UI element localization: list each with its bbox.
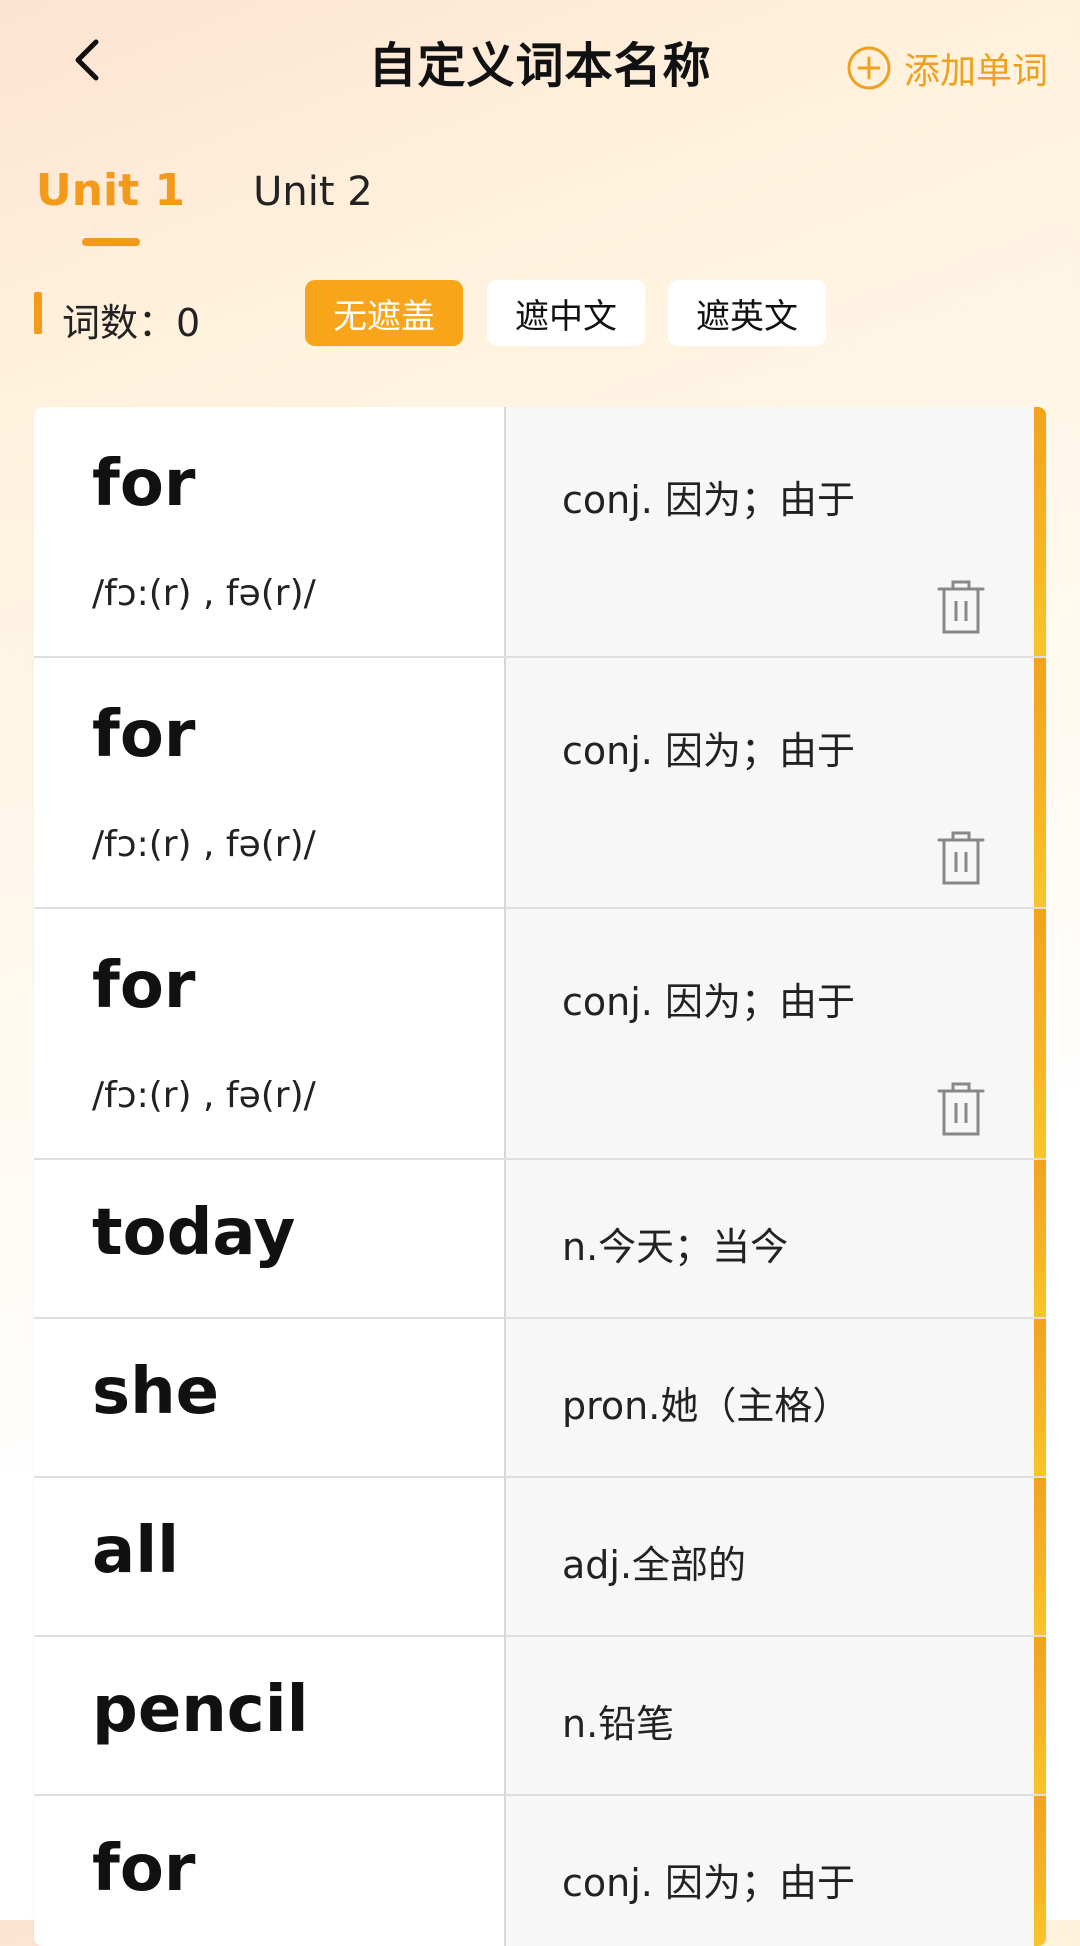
word-cell: for /fɔ:(r) , fə(r)/ [34,407,506,656]
definition-text: adj.全部的 [562,1543,747,1587]
word-row[interactable]: for /fɔ:(r) , fə(r)/ conj. 因为；由于 [34,407,1046,658]
row-accent-bar [1034,1796,1046,1946]
row-accent-bar [1034,1160,1046,1317]
word-row[interactable]: for conj. 因为；由于 [34,1796,1046,1946]
definition-cell: pron.她（主格） [506,1319,1046,1476]
word-text: pencil [92,1673,309,1747]
definition-cell: n.铅笔 [506,1637,1046,1794]
definition-text: conj. 因为；由于 [562,729,855,773]
definition-text: conj. 因为；由于 [562,1861,855,1905]
phonetic-text: /fɔ:(r) , fə(r)/ [92,573,316,614]
app-header: 自定义词本名称 添加单词 [0,0,1080,130]
unit-tabs: Unit 1 Unit 2 [36,165,373,216]
add-word-button[interactable]: 添加单词 [846,42,1048,94]
word-count: 词数：0 [62,301,201,345]
tab-unit-1[interactable]: Unit 1 [36,165,185,216]
plus-circle-icon [847,46,891,90]
row-accent-bar [1034,909,1046,1158]
word-text: for [92,949,196,1023]
word-cell: for /fɔ:(r) , fə(r)/ [34,658,506,907]
definition-text: pron.她（主格） [562,1384,851,1428]
word-text: she [92,1355,220,1429]
word-text: for [92,1832,196,1906]
trash-icon[interactable] [936,579,986,635]
definition-cell: conj. 因为；由于 [506,407,1046,656]
word-row[interactable]: today n.今天；当今 [34,1160,1046,1319]
definition-text: n.铅笔 [562,1702,675,1746]
mode-hide-english-button[interactable]: 遮英文 [668,280,826,346]
word-list: for /fɔ:(r) , fə(r)/ conj. 因为；由于 for /fɔ… [34,407,1046,1946]
add-word-label: 添加单词 [903,51,1048,92]
definition-cell: n.今天；当今 [506,1160,1046,1317]
count-row: 词数：0 无遮盖 遮中文 遮英文 [34,280,1044,346]
row-accent-bar [1034,1478,1046,1635]
mode-no-cover-button[interactable]: 无遮盖 [305,280,463,346]
word-row[interactable]: all adj.全部的 [34,1478,1046,1637]
definition-cell: conj. 因为；由于 [506,1796,1046,1946]
phonetic-text: /fɔ:(r) , fə(r)/ [92,1075,316,1116]
trash-icon[interactable] [936,1081,986,1137]
row-accent-bar [1034,1319,1046,1476]
word-row[interactable]: pencil n.铅笔 [34,1637,1046,1796]
definition-cell: conj. 因为；由于 [506,909,1046,1158]
word-cell: all [34,1478,506,1635]
word-text: for [92,698,196,772]
row-accent-bar [1034,1637,1046,1794]
word-cell: for [34,1796,506,1946]
word-cell: pencil [34,1637,506,1794]
definition-cell: adj.全部的 [506,1478,1046,1635]
word-cell: today [34,1160,506,1317]
row-accent-bar [1034,407,1046,656]
word-text: for [92,447,196,521]
definition-text: conj. 因为；由于 [562,980,855,1024]
definition-cell: conj. 因为；由于 [506,658,1046,907]
row-accent-bar [1034,658,1046,907]
mode-hide-chinese-button[interactable]: 遮中文 [487,280,645,346]
count-accent-bar [34,292,42,334]
word-row[interactable]: she pron.她（主格） [34,1319,1046,1478]
word-text: today [92,1196,296,1270]
trash-icon[interactable] [936,830,986,886]
word-text: all [92,1514,180,1588]
word-row[interactable]: for /fɔ:(r) , fə(r)/ conj. 因为；由于 [34,658,1046,909]
tab-unit-2[interactable]: Unit 2 [253,169,373,216]
word-row[interactable]: for /fɔ:(r) , fə(r)/ conj. 因为；由于 [34,909,1046,1160]
word-cell: for /fɔ:(r) , fə(r)/ [34,909,506,1158]
word-cell: she [34,1319,506,1476]
phonetic-text: /fɔ:(r) , fə(r)/ [92,824,316,865]
definition-text: n.今天；当今 [562,1225,789,1269]
definition-text: conj. 因为；由于 [562,478,855,522]
